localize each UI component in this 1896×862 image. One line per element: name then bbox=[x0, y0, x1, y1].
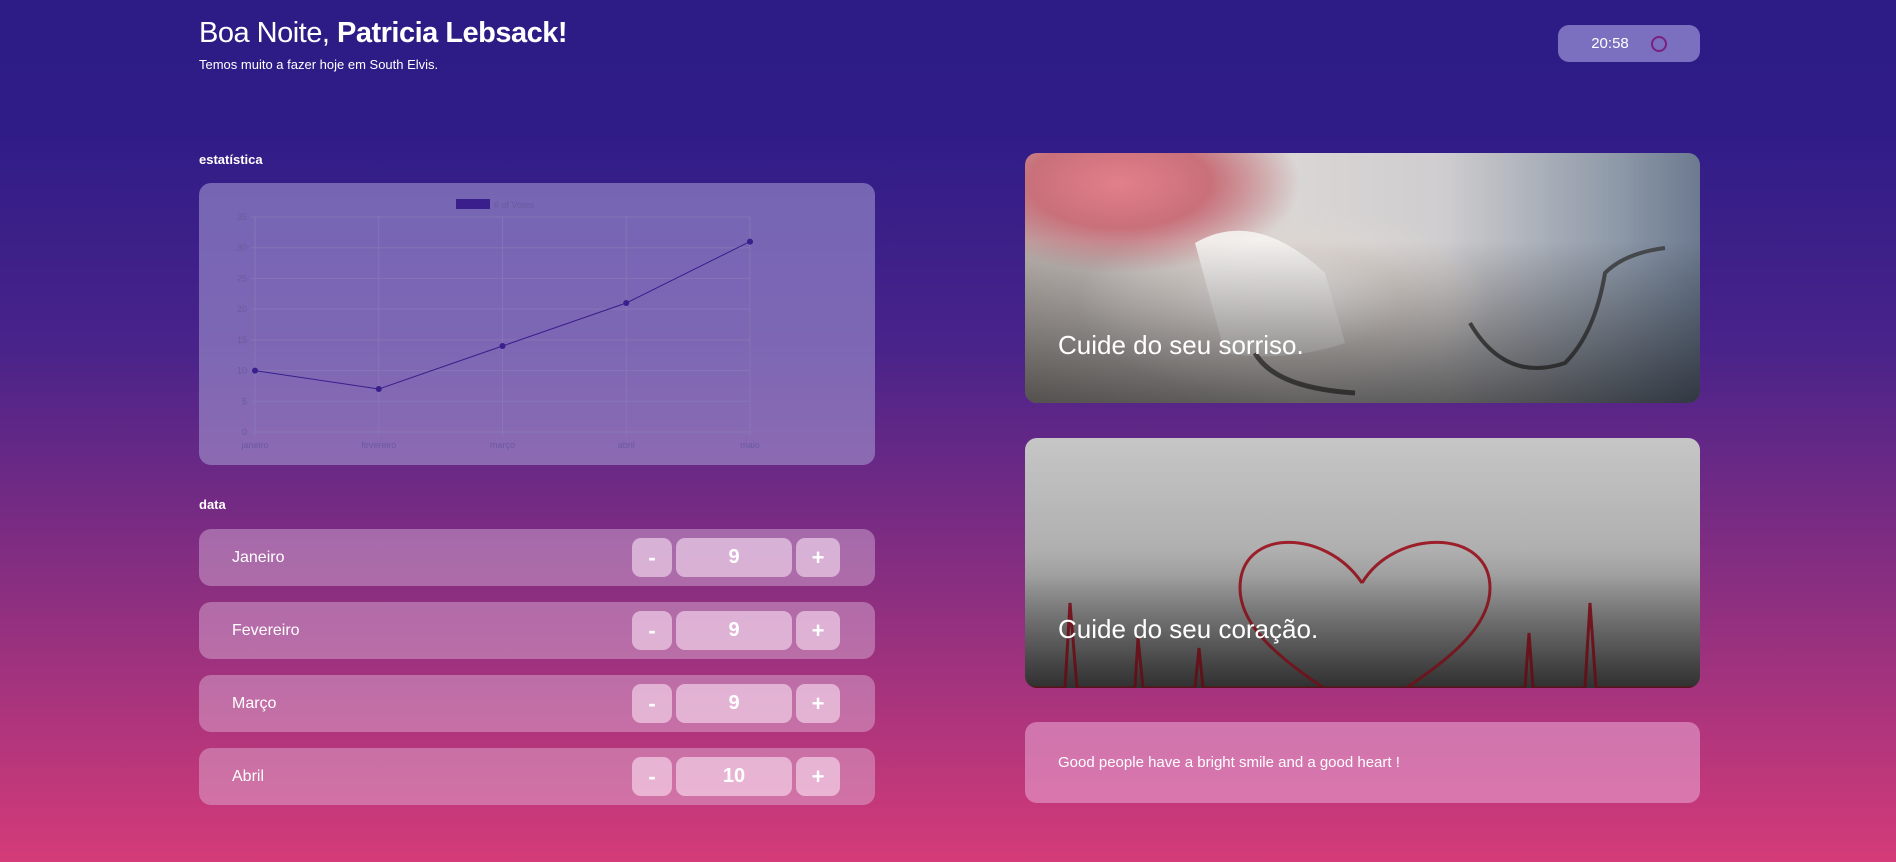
smile-caption: Cuide do seu sorriso. bbox=[1058, 330, 1304, 360]
clock-time: 20:58 bbox=[1591, 35, 1629, 52]
line-chart: 0 5 10 15 20 25 30 35 janeiro fevereiro março abril… bbox=[237, 199, 760, 450]
data-point bbox=[747, 238, 753, 245]
circle-icon bbox=[1650, 35, 1667, 52]
stats-chart-card: 0 5 10 15 20 25 30 35 janeiro fevereiro março abril… bbox=[199, 183, 875, 465]
counter-row-janeiro: Janeiro - 9 + bbox=[199, 529, 875, 586]
decrement-button[interactable]: - bbox=[632, 684, 672, 723]
data-section-label: data bbox=[199, 497, 226, 512]
smile-card[interactable]: Cuide do seu sorriso. bbox=[1025, 153, 1700, 403]
counter-row-fevereiro: Fevereiro - 9 + bbox=[199, 602, 875, 659]
increment-button[interactable]: + bbox=[796, 684, 840, 723]
greeting: Boa Noite, Patricia Lebsack! Temos muito… bbox=[199, 16, 568, 72]
counter-value[interactable]: 9 bbox=[676, 611, 792, 650]
counter-label: Abril bbox=[232, 768, 265, 785]
y-tick-label: 10 bbox=[237, 366, 247, 376]
increment-button[interactable]: + bbox=[796, 611, 840, 650]
y-tick-label: 0 bbox=[242, 427, 247, 437]
decrement-button[interactable]: - bbox=[632, 757, 672, 796]
clock-widget[interactable]: 20:58 bbox=[1558, 25, 1700, 62]
data-point bbox=[499, 343, 506, 349]
heart-caption: Cuide do seu coração. bbox=[1058, 614, 1319, 644]
counter-value[interactable]: 9 bbox=[676, 684, 792, 723]
increment-button[interactable]: + bbox=[796, 538, 840, 577]
counter-label: Fevereiro bbox=[232, 622, 300, 639]
y-tick-label: 15 bbox=[237, 335, 247, 345]
y-tick-label: 20 bbox=[237, 304, 247, 314]
increment-button[interactable]: + bbox=[796, 757, 840, 796]
decrement-button[interactable]: - bbox=[632, 538, 672, 577]
y-tick-label: 30 bbox=[237, 243, 247, 253]
counter-label: Março bbox=[232, 695, 277, 712]
stats-section-label: estatística bbox=[199, 152, 263, 167]
x-tick-label: fevereiro bbox=[361, 440, 396, 450]
greeting-subtitle: Temos muito a fazer hoje em South Elvis. bbox=[199, 57, 439, 72]
decrement-button[interactable]: - bbox=[632, 611, 672, 650]
x-tick-label: março bbox=[490, 440, 515, 450]
heart-card[interactable]: Cuide do seu coração. bbox=[1025, 438, 1700, 688]
y-tick-label: 25 bbox=[237, 273, 247, 283]
dental-photo bbox=[1195, 230, 1666, 396]
counter-row-marco: Março - 9 + bbox=[199, 675, 875, 732]
counter-value[interactable]: 10 bbox=[676, 757, 792, 796]
y-tick-label: 5 bbox=[242, 396, 247, 406]
quote-text: Good people have a bright smile and a go… bbox=[1058, 754, 1400, 771]
user-name: Patricia Lebsack! bbox=[336, 17, 568, 49]
counter-label: Janeiro bbox=[232, 549, 285, 566]
x-tick-label: janeiro bbox=[240, 440, 268, 450]
legend-swatch bbox=[456, 199, 490, 209]
greeting-prefix: Boa Noite, bbox=[199, 17, 337, 49]
legend-label: # of Votes bbox=[494, 200, 535, 210]
data-point bbox=[375, 386, 382, 392]
y-tick-label: 35 bbox=[237, 212, 247, 222]
x-tick-label: maio bbox=[740, 440, 760, 450]
greeting-title: Boa Noite, Patricia Lebsack! bbox=[199, 16, 568, 50]
counter-row-abril: Abril - 10 + bbox=[199, 748, 875, 805]
counter-value[interactable]: 9 bbox=[676, 538, 792, 577]
x-tick-label: abril bbox=[618, 440, 635, 450]
data-point bbox=[252, 367, 258, 374]
data-point bbox=[623, 300, 630, 306]
heart-photo bbox=[1025, 540, 1700, 688]
quote-card: Good people have a bright smile and a go… bbox=[1025, 722, 1700, 803]
